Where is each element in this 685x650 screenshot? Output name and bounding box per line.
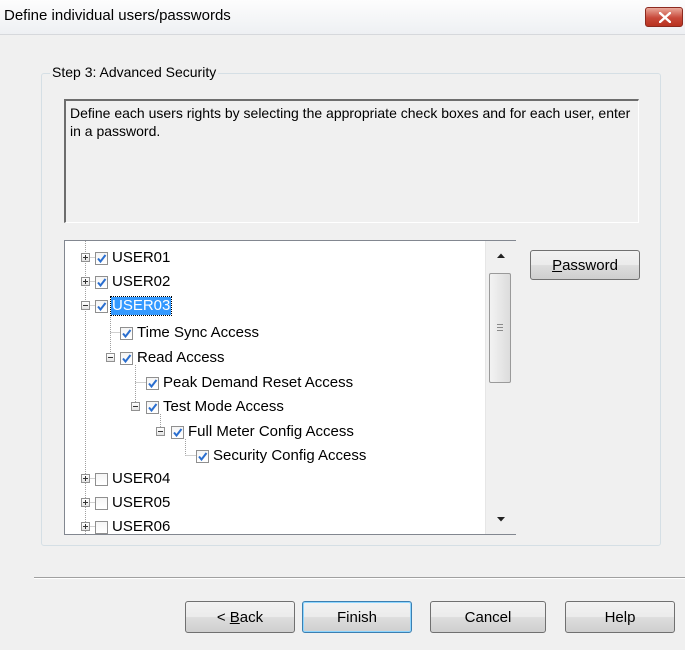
close-button[interactable] bbox=[645, 7, 683, 27]
finish-label: Finish bbox=[336, 608, 377, 626]
checkbox-time-sync-access[interactable] bbox=[120, 326, 133, 340]
collapse-user03-icon[interactable] bbox=[81, 301, 90, 310]
title-bar: Define individual users/passwords bbox=[0, 0, 685, 35]
checkbox-user04[interactable] bbox=[95, 472, 108, 486]
tree-node-user05[interactable]: USER05 bbox=[95, 493, 171, 513]
node-label-selected: USER03 bbox=[109, 296, 173, 316]
finish-button[interactable]: Finish bbox=[302, 601, 412, 633]
checkbox-test-mode-access[interactable] bbox=[146, 400, 159, 414]
tree-node-read-access[interactable]: Read Access bbox=[120, 348, 226, 368]
node-label: Read Access bbox=[137, 349, 225, 366]
node-label: Full Meter Config Access bbox=[188, 423, 354, 440]
help-button[interactable]: Help bbox=[565, 601, 675, 633]
node-label: USER05 bbox=[112, 494, 171, 511]
node-label: USER06 bbox=[112, 518, 171, 535]
expand-user01-icon[interactable] bbox=[81, 253, 90, 262]
tree-node-test-mode-access[interactable]: Test Mode Access bbox=[146, 397, 285, 417]
password-mnemonic: P bbox=[552, 256, 563, 274]
description-text: Define each users rights by selecting th… bbox=[70, 105, 631, 139]
footer-separator bbox=[34, 577, 685, 579]
tree-node-user02[interactable]: USER02 bbox=[95, 272, 171, 292]
tree-node-user03[interactable]: USER03 bbox=[95, 296, 173, 316]
checkbox-security-config-access[interactable] bbox=[196, 449, 209, 463]
permissions-tree[interactable]: USER01 USER02 USER03 Time Sync Access Re… bbox=[64, 240, 516, 535]
scroll-down-button[interactable] bbox=[486, 504, 516, 534]
tree-node-time-sync-access[interactable]: Time Sync Access bbox=[120, 323, 260, 343]
expand-user02-icon[interactable] bbox=[81, 277, 90, 286]
checkbox-peak-demand-reset-access[interactable] bbox=[146, 376, 159, 390]
node-label: USER01 bbox=[112, 249, 171, 266]
group-legend: Step 3: Advanced Security bbox=[50, 64, 219, 80]
back-label-post: ack bbox=[239, 608, 264, 626]
checkbox-full-meter-config-access[interactable] bbox=[171, 425, 184, 439]
password-button[interactable]: Password bbox=[530, 250, 640, 280]
collapse-test-mode-icon[interactable] bbox=[131, 402, 140, 411]
back-button[interactable]: < Back bbox=[185, 601, 295, 633]
scroll-up-button[interactable] bbox=[486, 241, 516, 271]
arrow-up-icon bbox=[497, 253, 505, 258]
checkbox-user01[interactable] bbox=[95, 251, 108, 265]
tree-node-peak-demand-reset-access[interactable]: Peak Demand Reset Access bbox=[146, 373, 354, 393]
grip-icon bbox=[497, 324, 503, 331]
checkbox-user03[interactable] bbox=[95, 299, 108, 313]
help-label: Help bbox=[604, 608, 636, 626]
checkbox-user02[interactable] bbox=[95, 275, 108, 289]
expand-user05-icon[interactable] bbox=[81, 498, 90, 507]
back-mnemonic: B bbox=[229, 608, 240, 626]
checkbox-read-access[interactable] bbox=[120, 351, 133, 365]
back-label-pre: < bbox=[216, 608, 230, 626]
collapse-full-meter-icon[interactable] bbox=[156, 427, 165, 436]
node-label: USER04 bbox=[112, 470, 171, 487]
checkbox-user05[interactable] bbox=[95, 496, 108, 510]
cancel-label: Cancel bbox=[464, 608, 512, 626]
description-box: Define each users rights by selecting th… bbox=[64, 99, 639, 223]
tree-node-full-meter-config-access[interactable]: Full Meter Config Access bbox=[171, 422, 355, 442]
node-label: Test Mode Access bbox=[163, 398, 284, 415]
tree-node-user04[interactable]: USER04 bbox=[95, 469, 171, 489]
password-label-post: assword bbox=[562, 256, 618, 274]
window-title: Define individual users/passwords bbox=[4, 7, 231, 24]
close-x-icon bbox=[659, 12, 671, 23]
tree-vertical-scrollbar[interactable] bbox=[485, 241, 516, 534]
expand-user06-icon[interactable] bbox=[81, 522, 90, 531]
scroll-thumb[interactable] bbox=[489, 273, 511, 383]
node-label: USER02 bbox=[112, 273, 171, 290]
tree-node-user01[interactable]: USER01 bbox=[95, 248, 171, 268]
tree-node-user06[interactable]: USER06 bbox=[95, 517, 171, 535]
node-label: Security Config Access bbox=[213, 447, 367, 464]
collapse-read-access-icon[interactable] bbox=[106, 353, 115, 362]
arrow-down-icon bbox=[497, 517, 505, 522]
tree-node-security-config-access[interactable]: Security Config Access bbox=[196, 446, 367, 466]
expand-user04-icon[interactable] bbox=[81, 474, 90, 483]
checkbox-user06[interactable] bbox=[95, 520, 108, 534]
cancel-button[interactable]: Cancel bbox=[430, 601, 546, 633]
node-label: Peak Demand Reset Access bbox=[163, 374, 354, 391]
node-label: Time Sync Access bbox=[137, 324, 259, 341]
